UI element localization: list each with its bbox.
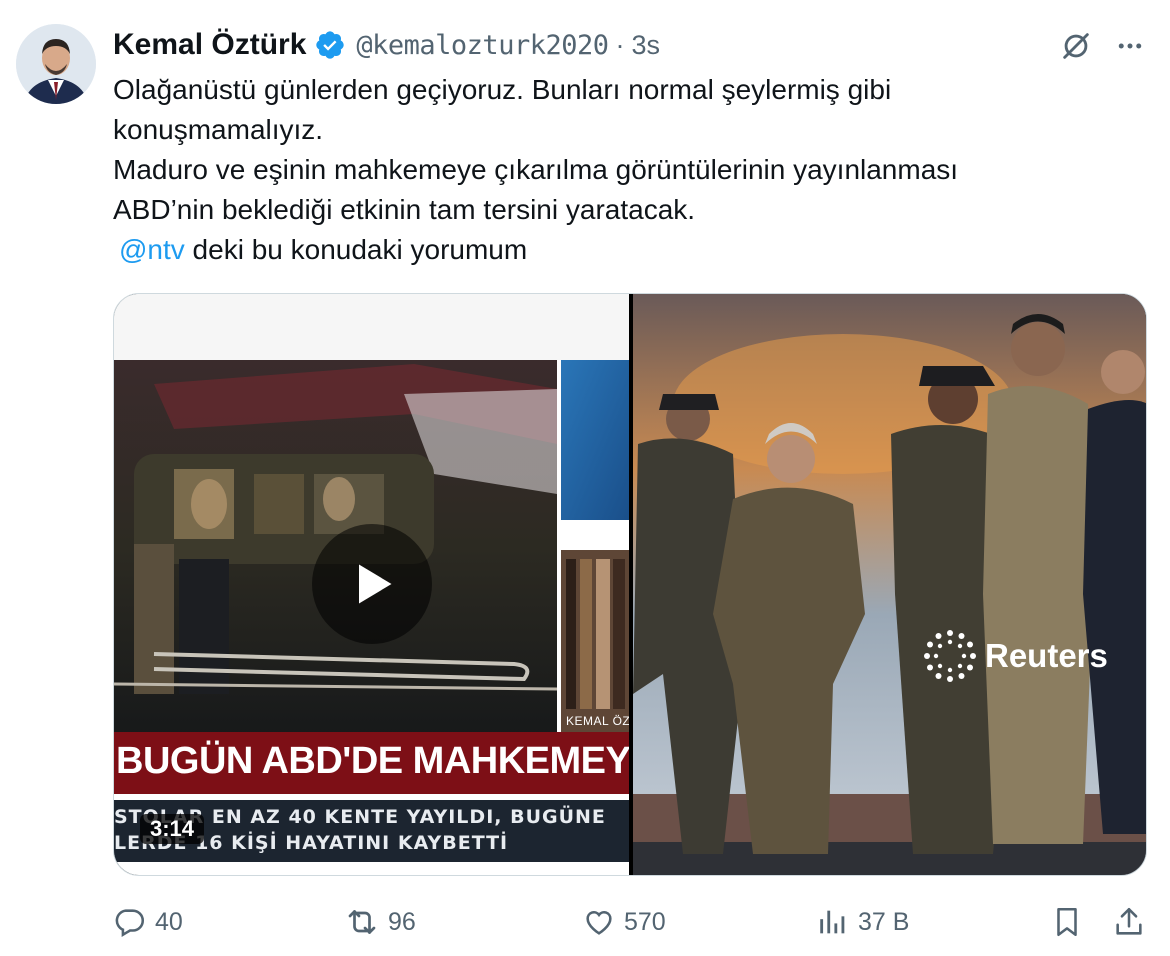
like-icon (586, 911, 612, 935)
media-grid: KEMAL ÖZ BUGÜN ABD'DE MAHKEMEYE Ç STOLAR… (113, 293, 1147, 876)
tweet-header: Kemal Öztürk @kemalozturk2020 · 3s (113, 26, 660, 64)
views-count: 37 B (858, 907, 910, 936)
avatar[interactable] (16, 24, 96, 104)
video-thumbnail[interactable]: KEMAL ÖZ BUGÜN ABD'DE MAHKEMEYE Ç STOLAR… (114, 294, 629, 875)
share-icon (1116, 907, 1142, 935)
grok-icon[interactable] (1056, 26, 1096, 66)
mention-suffix: deki bu konudaki yorumum (184, 234, 528, 265)
reply-count: 40 (155, 907, 183, 936)
video-duration: 3:14 (140, 814, 205, 844)
tweet-text-line: Olağanüstü günlerden geçiyoruz. Bunları … (113, 74, 892, 105)
photo-scene (633, 294, 1146, 875)
play-icon (359, 564, 392, 604)
avatar-image (16, 24, 96, 104)
views-icon (820, 910, 845, 934)
like-button[interactable]: 570 (582, 896, 666, 948)
news-headline-bar: BUGÜN ABD'DE MAHKEMEYE Ç (114, 732, 629, 794)
tweet-text: Olağanüstü günlerden geçiyoruz. Bunları … (113, 70, 1143, 270)
tweet-timestamp[interactable]: 3s (631, 30, 660, 61)
reply-button[interactable]: 40 (113, 896, 183, 948)
repost-button[interactable]: 96 (344, 896, 416, 948)
photo-thumbnail[interactable]: Reuters (633, 294, 1146, 875)
repost-count: 96 (388, 907, 416, 936)
share-button[interactable] (1112, 896, 1146, 948)
reuters-watermark: Reuters (923, 629, 1108, 683)
author-name[interactable]: Kemal Öztürk (113, 28, 306, 62)
tweet-text-line: konuşmamalıyız. (113, 114, 324, 145)
mention-link[interactable]: @ntv (119, 234, 185, 265)
action-bar: 40 96 570 37 B (0, 896, 1170, 948)
like-count: 570 (624, 907, 666, 936)
tweet-text-line: ABD’nin beklediği etkinin tam tersini ya… (113, 194, 696, 225)
bookmark-button[interactable] (1050, 896, 1084, 948)
verified-badge-icon[interactable] (314, 29, 346, 61)
anchor-label: KEMAL ÖZ (566, 714, 629, 728)
views-button[interactable]: 37 B (816, 896, 909, 948)
news-headline: BUGÜN ABD'DE MAHKEMEYE Ç (116, 740, 629, 782)
reply-icon (115, 909, 145, 938)
reuters-wordmark: Reuters (985, 637, 1108, 674)
more-icon[interactable] (1110, 26, 1150, 66)
reuters-logo-icon (924, 630, 976, 682)
separator-dot: · (615, 29, 625, 60)
author-handle[interactable]: @kemalozturk2020 (356, 30, 609, 61)
play-button[interactable] (312, 524, 432, 644)
tweet-text-line: @ntv deki bu konudaki yorumum (113, 230, 1143, 270)
tweet-text-line: Maduro ve eşinin mahkemeye çıkarılma gör… (113, 154, 959, 185)
repost-icon (348, 910, 376, 934)
bookmark-icon (1057, 907, 1077, 937)
